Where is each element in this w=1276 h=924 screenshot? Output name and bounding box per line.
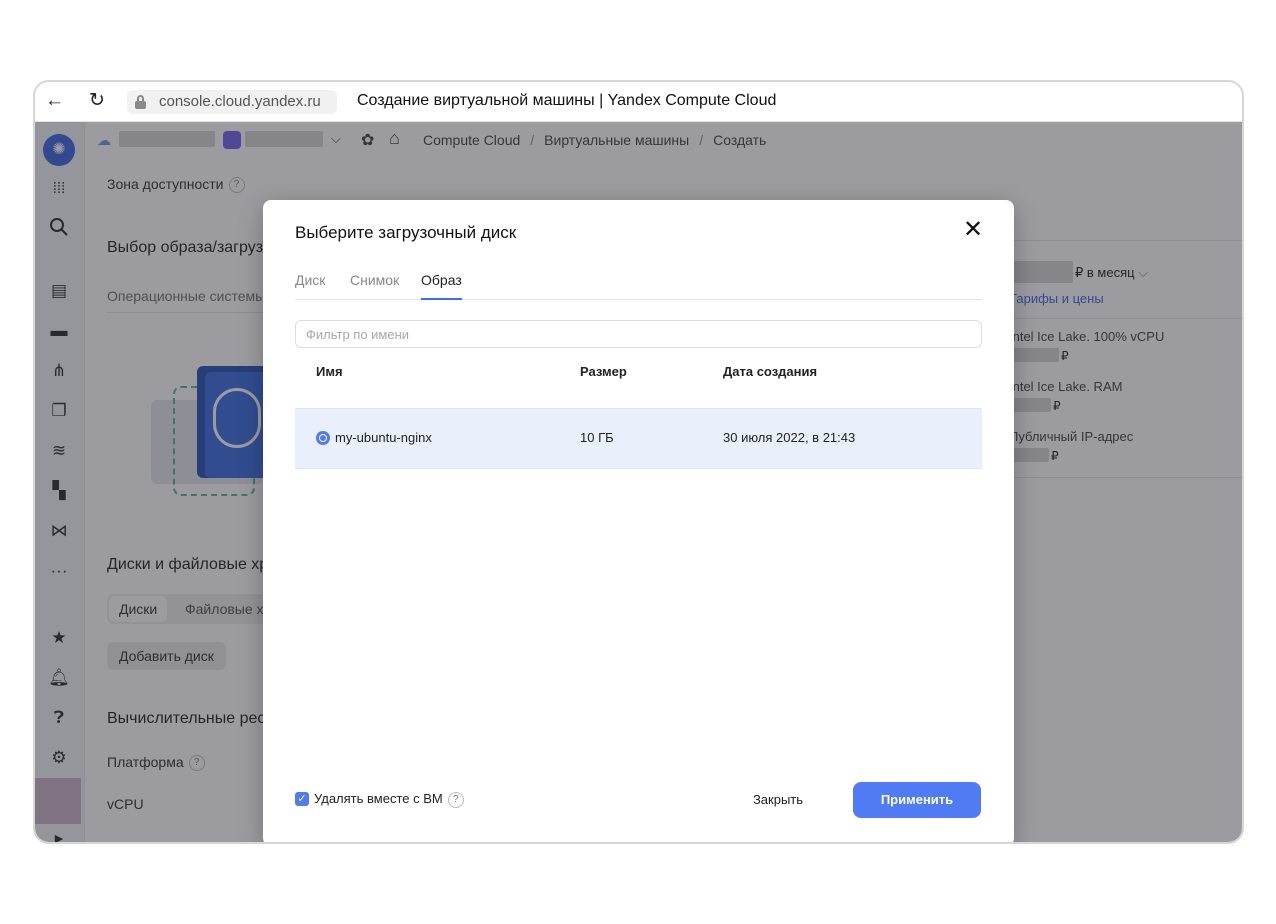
column-header-date[interactable]: Дата создания	[723, 364, 817, 379]
lock-icon	[135, 95, 146, 109]
delete-with-vm-checkbox[interactable]: ✓	[295, 792, 309, 806]
column-header-name[interactable]: Имя	[316, 364, 343, 379]
tab-snapshot[interactable]: Снимок	[350, 272, 399, 288]
tab-image[interactable]: Образ	[421, 272, 462, 300]
console-app: ✺ ⁞⁞⁞ ▤ ▬ ⋔ ❐ ≋ ▚ ⋈ ··· ★ 🔔︎ ❓︎ ⚙ ▶ ☁ ⌵	[35, 122, 1242, 842]
delete-with-vm-label: Удалять вместе с ВМ?	[314, 791, 464, 808]
image-size: 10 ГБ	[580, 430, 614, 445]
boot-disk-modal: Выберите загрузочный диск ✕ Диск Снимок …	[263, 200, 1014, 842]
table-row[interactable]: my-ubuntu-nginx 10 ГБ 30 июля 2022, в 21…	[295, 408, 982, 469]
tab-disk[interactable]: Диск	[295, 272, 325, 288]
row-radio[interactable]	[316, 431, 330, 445]
filter-input[interactable]	[295, 320, 982, 348]
apply-button[interactable]: Применить	[853, 782, 981, 818]
image-name: my-ubuntu-nginx	[335, 430, 432, 445]
image-date: 30 июля 2022, в 21:43	[723, 430, 856, 445]
modal-title: Выберите загрузочный диск	[295, 223, 517, 242]
url-field[interactable]: console.cloud.yandex.ru	[127, 90, 337, 114]
back-arrow-icon[interactable]: ←	[45, 91, 64, 111]
column-header-size[interactable]: Размер	[580, 364, 627, 379]
browser-window: ← ↻ console.cloud.yandex.ru Создание вир…	[33, 80, 1244, 844]
close-icon[interactable]: ✕	[963, 218, 983, 242]
close-button[interactable]: Закрыть	[733, 782, 823, 818]
page-title: Создание виртуальной машины | Yandex Com…	[357, 92, 777, 109]
url-text: console.cloud.yandex.ru	[159, 93, 321, 110]
browser-address-bar: ← ↻ console.cloud.yandex.ru Создание вир…	[35, 82, 1242, 122]
help-icon[interactable]: ?	[447, 791, 464, 808]
modal-tabs: Диск Снимок Образ	[295, 264, 982, 300]
reload-icon[interactable]: ↻	[89, 91, 105, 111]
